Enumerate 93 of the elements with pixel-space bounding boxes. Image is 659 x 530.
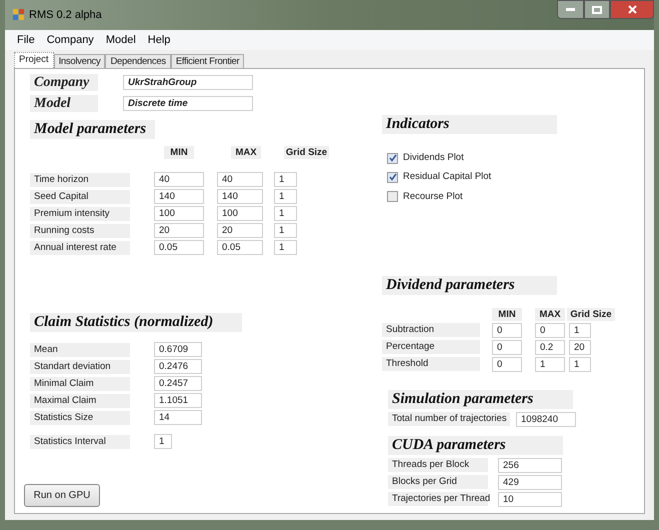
close-icon xyxy=(628,5,636,14)
input-field[interactable]: 40 xyxy=(154,172,204,187)
tab[interactable]: Insolvency xyxy=(54,54,106,68)
input-field[interactable]: 1 xyxy=(569,322,591,338)
input-field[interactable]: 1 xyxy=(274,189,297,204)
checkbox[interactable] xyxy=(387,172,398,183)
input-field[interactable]: 0 xyxy=(492,356,522,372)
field-label: Threads per Block xyxy=(388,458,488,472)
field-label: Seed Capital xyxy=(30,190,130,204)
checkbox[interactable] xyxy=(387,152,398,164)
field-label: Model xyxy=(30,95,98,112)
tab[interactable]: Efficient Frontier xyxy=(170,54,244,68)
input-field[interactable]: 1 xyxy=(535,356,565,372)
section-heading: Dividend parameters xyxy=(382,276,557,295)
section-heading: Model parameters xyxy=(30,120,155,139)
input-field[interactable]: 100 xyxy=(154,206,204,221)
input-field[interactable]: 20 xyxy=(217,223,263,238)
input-field[interactable]: 1 xyxy=(274,206,297,221)
menu-item[interactable]: Help xyxy=(144,32,174,48)
field-label: Mean xyxy=(30,342,130,356)
field-label: Time horizon xyxy=(30,172,130,186)
field-label: Blocks per Grid xyxy=(388,475,488,490)
checkmark-icon xyxy=(388,173,396,182)
field-label: Annual interest rate xyxy=(30,240,130,254)
input-field[interactable]: 14 xyxy=(154,410,202,425)
tab[interactable]: Project xyxy=(14,52,54,68)
field-label: Running costs xyxy=(30,224,130,238)
app-icon xyxy=(13,9,25,21)
input-field[interactable]: 1 xyxy=(274,240,297,255)
input-field[interactable]: 1 xyxy=(154,434,172,449)
section-heading: CUDA parameters xyxy=(388,436,563,455)
input-field[interactable]: 0.2 xyxy=(535,340,565,355)
column-header: MIN xyxy=(492,308,522,321)
input-field[interactable]: 140 xyxy=(154,189,204,204)
input-field[interactable]: 429 xyxy=(498,474,562,490)
field-label: Minimal Claim xyxy=(30,376,130,390)
maximize-icon xyxy=(592,6,602,14)
input-field[interactable]: 20 xyxy=(569,340,591,355)
checkbox-label: Recourse Plot xyxy=(403,190,463,204)
column-header: Grid Size xyxy=(567,308,615,321)
input-field[interactable]: 0.6709 xyxy=(154,342,202,357)
checkbox[interactable] xyxy=(387,191,398,202)
minimize-icon xyxy=(566,8,575,11)
close-button[interactable] xyxy=(610,0,654,19)
field-label: Threshold xyxy=(382,357,480,372)
input-field[interactable]: 20 xyxy=(154,223,204,238)
input-field[interactable]: 0 xyxy=(535,322,565,338)
field-label: Company xyxy=(30,74,98,91)
input-field[interactable]: 10 xyxy=(498,492,562,507)
field-label: Standart deviation xyxy=(30,360,130,374)
input-field[interactable]: 0 xyxy=(492,340,522,355)
input-field[interactable]: UkrStrahGroup xyxy=(123,75,253,90)
maximize-button[interactable] xyxy=(584,0,610,19)
input-field[interactable]: 1098240 xyxy=(516,412,576,427)
input-field[interactable]: 0.2457 xyxy=(154,376,202,391)
input-field[interactable]: 140 xyxy=(217,189,263,204)
input-field[interactable]: 1 xyxy=(274,223,297,238)
field-label: Statistics Interval xyxy=(30,434,130,448)
field-label: Premium intensity xyxy=(30,206,130,220)
section-heading: Indicators xyxy=(382,115,557,134)
input-field[interactable]: 0.05 xyxy=(217,240,263,255)
input-field[interactable]: 100 xyxy=(217,206,263,221)
input-field[interactable]: 1 xyxy=(569,356,591,372)
input-field[interactable]: 40 xyxy=(217,172,263,187)
tab[interactable]: Dependences xyxy=(105,54,171,68)
input-field[interactable]: 1 xyxy=(274,172,297,187)
checkbox-label: Residual Capital Plot xyxy=(403,170,492,184)
menu-item[interactable]: Company xyxy=(42,32,98,48)
column-header: MAX xyxy=(535,308,565,321)
run-button[interactable]: Run on GPU xyxy=(24,484,100,507)
field-label: Trajectories per Thread xyxy=(388,492,488,506)
menu-item[interactable]: Model xyxy=(102,32,140,48)
field-label: Maximal Claim xyxy=(30,394,130,408)
column-header: MIN xyxy=(164,146,194,159)
field-label: Subtraction xyxy=(382,323,480,338)
input-field[interactable]: 0.05 xyxy=(154,240,204,255)
input-field[interactable]: Discrete time xyxy=(123,96,253,111)
column-header: MAX xyxy=(231,146,261,159)
field-label: Percentage xyxy=(382,340,480,354)
input-field[interactable]: 0 xyxy=(492,322,522,338)
minimize-button[interactable] xyxy=(557,0,584,19)
column-header: Grid Size xyxy=(284,146,329,159)
section-heading: Claim Statistics (normalized) xyxy=(30,313,242,332)
checkmark-icon xyxy=(388,154,396,162)
checkbox-label: Dividends Plot xyxy=(403,151,464,165)
input-field[interactable]: 256 xyxy=(498,458,562,473)
input-field[interactable]: 1.1051 xyxy=(154,393,202,408)
field-label: Total number of trajectories xyxy=(388,412,510,426)
field-label: Statistics Size xyxy=(30,410,130,424)
menu-item[interactable]: File xyxy=(13,32,39,48)
section-heading: Simulation parameters xyxy=(388,390,573,409)
input-field[interactable]: 0.2476 xyxy=(154,359,202,374)
window-title: RMS 0.2 alpha xyxy=(29,8,102,23)
